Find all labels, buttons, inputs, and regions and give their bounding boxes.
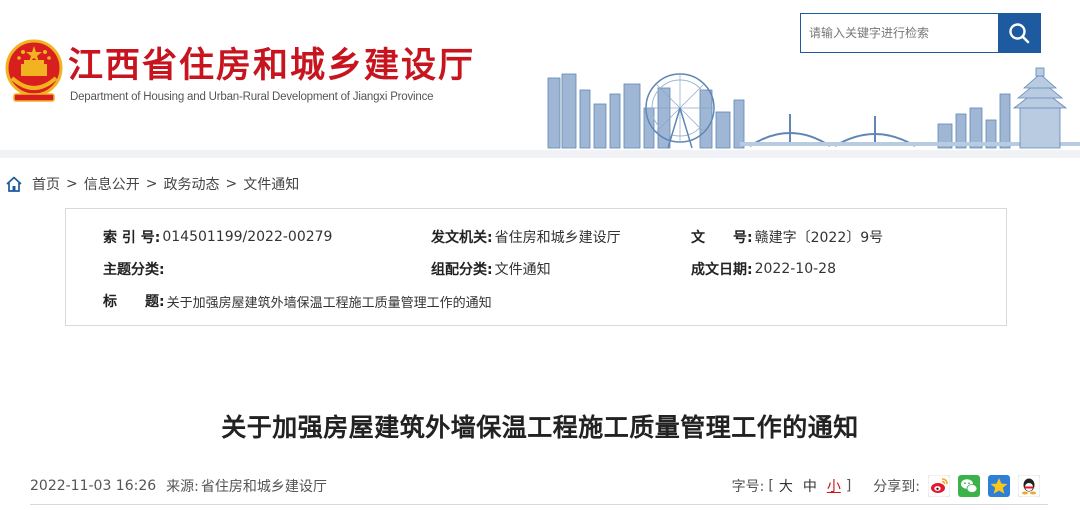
article-info-right: 字号: [ 大 中 小 ] 分享到: <box>732 475 1040 497</box>
breadcrumb-separator: > <box>66 176 78 192</box>
site-subtitle: Department of Housing and Urban-Rural De… <box>70 91 434 103</box>
meta-row-3: 标 题: 关于加强房屋建筑外墙保温工程施工质量管理工作的通知 <box>66 289 1006 313</box>
search-icon <box>1009 23 1030 44</box>
meta-index: 索 引 号: 014501199/2022-00279 <box>103 225 332 249</box>
search-button[interactable] <box>998 14 1040 52</box>
search-box <box>800 13 1041 53</box>
meta-title: 标 题: 关于加强房屋建筑外墙保温工程施工质量管理工作的通知 <box>103 289 492 313</box>
qq-icon[interactable] <box>1018 475 1040 497</box>
meta-topic: 主题分类: <box>103 257 167 281</box>
document-metadata-box: 索 引 号: 014501199/2022-00279 发文机关: 省住房和城乡… <box>65 208 1007 326</box>
share-label: 分享到: <box>873 479 920 495</box>
meta-index-value: 014501199/2022-00279 <box>162 229 333 245</box>
search-input[interactable] <box>801 14 998 52</box>
meta-category-value: 文件通知 <box>494 262 551 278</box>
city-skyline-illustration <box>547 67 1080 149</box>
meta-row-1: 索 引 号: 014501199/2022-00279 发文机关: 省住房和城乡… <box>66 225 1006 249</box>
meta-issuer-label: 发文机关: <box>431 230 493 246</box>
meta-doc-number-value: 赣建字〔2022〕9号 <box>754 230 884 246</box>
qzone-icon[interactable] <box>988 475 1010 497</box>
font-size-label: 字号: <box>731 479 765 495</box>
breadcrumb-gov-news[interactable]: 政务动态 <box>163 174 219 194</box>
meta-doc-number-label: 文 号: <box>691 230 753 246</box>
meta-date-value: 2022-10-28 <box>754 261 836 277</box>
breadcrumb-separator: > <box>225 176 238 192</box>
meta-date: 成文日期: 2022-10-28 <box>691 257 836 281</box>
national-emblem-icon <box>5 39 63 102</box>
meta-doc-number: 文 号: 赣建字〔2022〕9号 <box>691 225 883 249</box>
breadcrumb-home[interactable]: 首页 <box>32 174 60 194</box>
meta-issuer-value: 省住房和城乡建设厅 <box>494 230 621 246</box>
font-size-bracket-close: ] <box>845 478 852 494</box>
breadcrumb-separator: > <box>145 176 158 192</box>
home-icon <box>6 176 22 192</box>
breadcrumb: 首页 > 信息公开 > 政务动态 > 文件通知 <box>5 172 299 196</box>
meta-row-2: 主题分类: 组配分类: 文件通知 成文日期: 2022-10-28 <box>66 257 1006 281</box>
breadcrumb-info-public[interactable]: 信息公开 <box>84 174 140 194</box>
font-size-large-button[interactable]: 大 <box>779 476 793 496</box>
meta-category-label: 组配分类: <box>431 262 493 278</box>
meta-title-label: 标 题: <box>103 294 165 310</box>
meta-date-label: 成文日期: <box>691 262 753 278</box>
meta-issuer: 发文机关: 省住房和城乡建设厅 <box>431 225 621 249</box>
header-divider-band <box>0 150 1080 158</box>
meta-index-label: 索 引 号: <box>103 230 161 246</box>
font-size-medium-button[interactable]: 中 <box>803 476 817 496</box>
meta-topic-label: 主题分类: <box>103 262 165 278</box>
font-size-small-button[interactable]: 小 <box>827 476 841 496</box>
article-info-bar: 2022-11-03 16:26 来源: 省住房和城乡建设厅 字号: [ 大 中… <box>30 475 1040 497</box>
wechat-icon[interactable] <box>958 475 980 497</box>
meta-title-value: 关于加强房屋建筑外墙保温工程施工质量管理工作的通知 <box>166 295 492 311</box>
article-source-label: 来源: <box>166 479 199 495</box>
site-title: 江西省住房和城乡建设厅 <box>68 46 476 86</box>
meta-category: 组配分类: 文件通知 <box>431 257 551 281</box>
article-info-left: 2022-11-03 16:26 来源: 省住房和城乡建设厅 <box>30 475 327 497</box>
info-bar-divider <box>30 504 1048 505</box>
article-datetime: 2022-11-03 16:26 <box>30 478 157 494</box>
article-title: 关于加强房屋建筑外墙保温工程施工质量管理工作的通知 <box>221 413 859 442</box>
article-source-value: 省住房和城乡建设厅 <box>200 479 327 495</box>
site-header: 江西省住房和城乡建设厅 Department of Housing and Ur… <box>0 0 1080 152</box>
breadcrumb-file-notices[interactable]: 文件通知 <box>243 174 299 194</box>
font-size-bracket-open: [ <box>768 478 774 494</box>
weibo-icon[interactable] <box>928 475 950 497</box>
